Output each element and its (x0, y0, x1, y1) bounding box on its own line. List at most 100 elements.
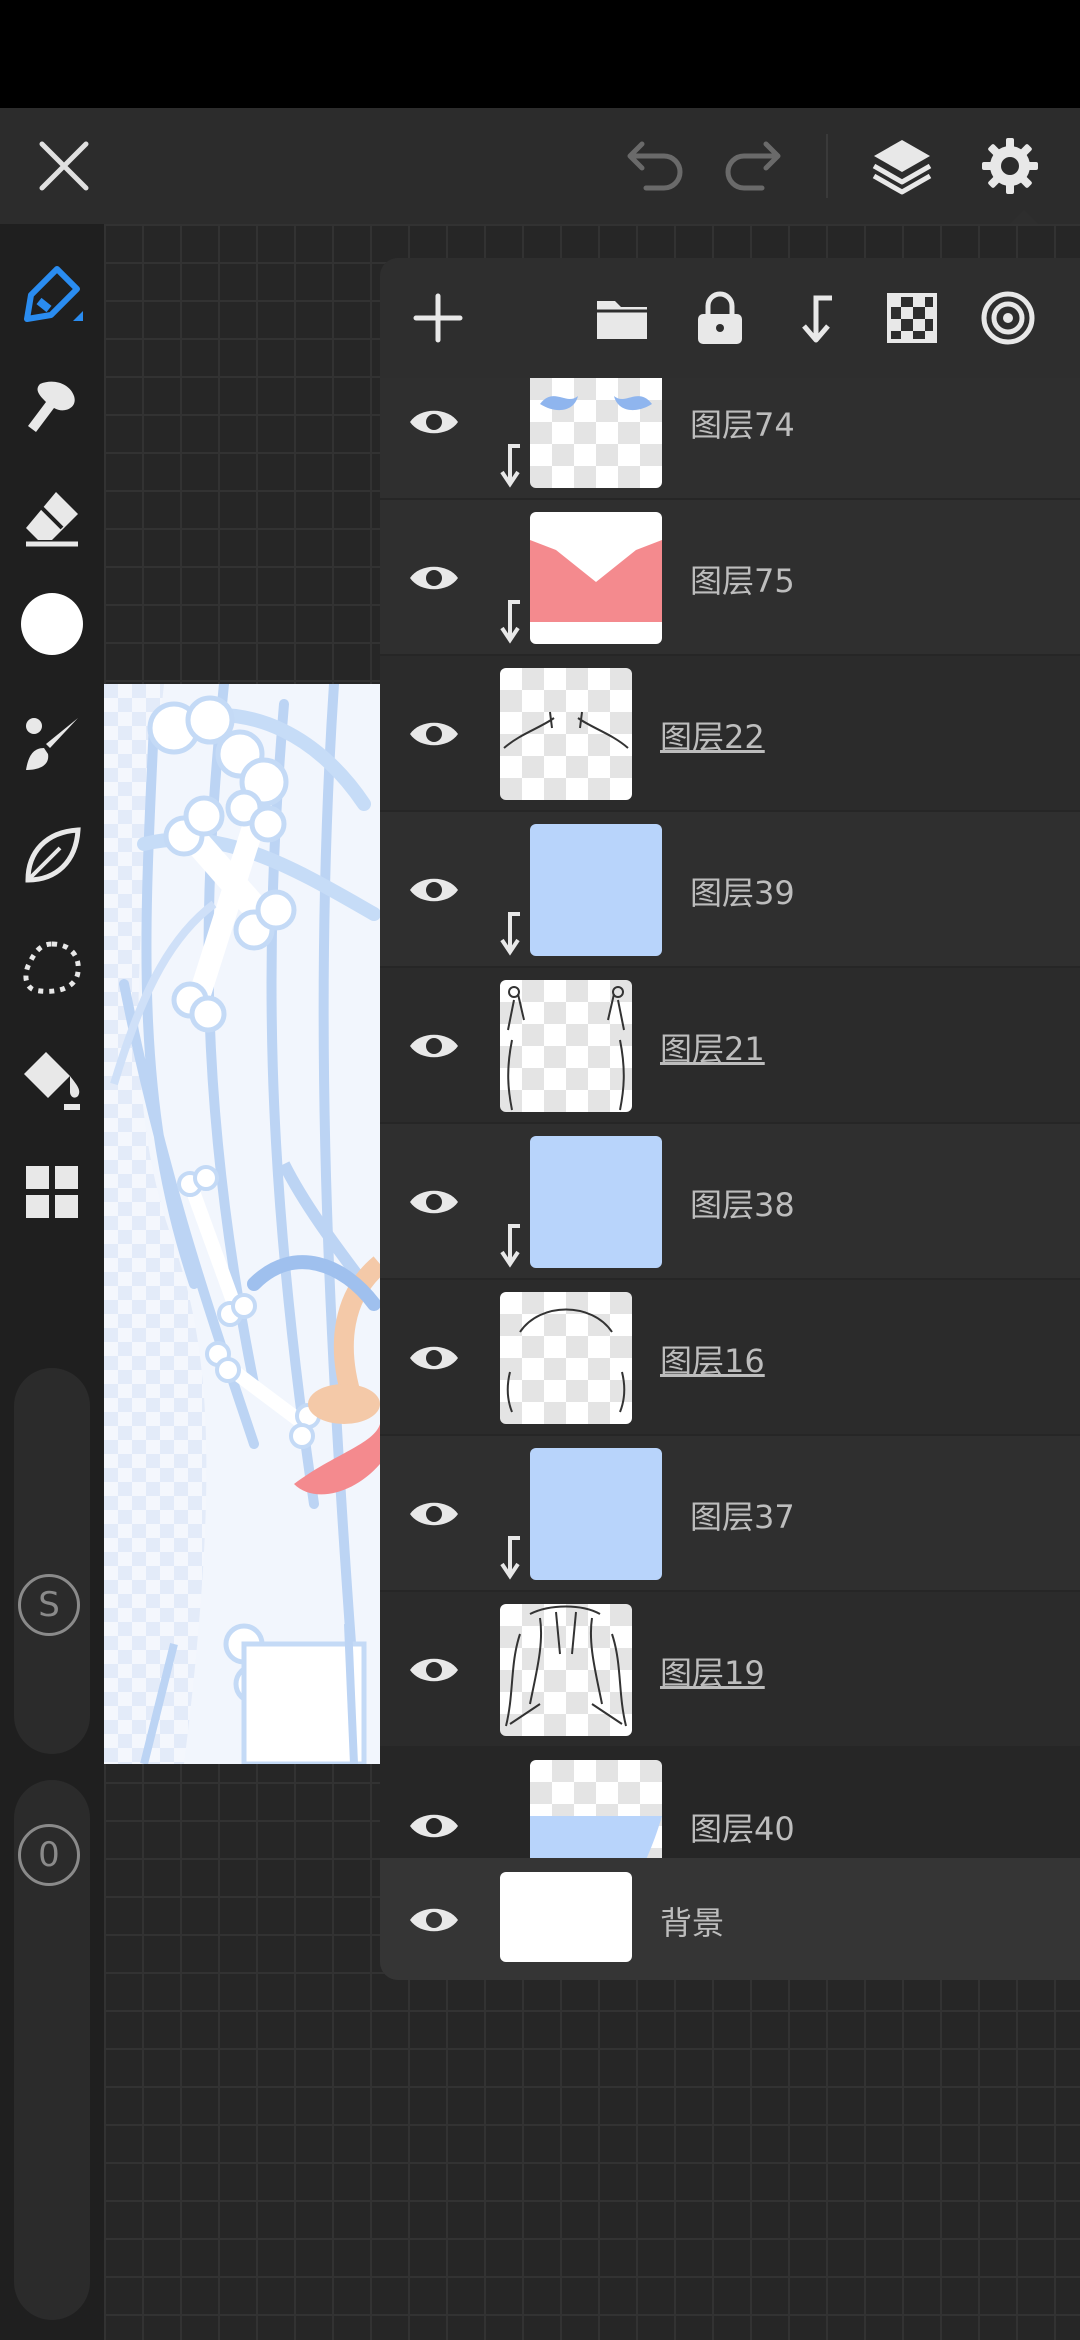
alpha-lock-button[interactable] (872, 278, 952, 358)
background-layer-row[interactable]: 背景 (380, 1858, 1080, 1980)
visibility-toggle[interactable] (398, 854, 470, 926)
close-button[interactable] (14, 108, 114, 224)
visibility-toggle[interactable] (398, 386, 470, 458)
layer-thumbnail (500, 1292, 632, 1424)
tool-grid[interactable] (0, 1142, 104, 1242)
tool-eraser[interactable] (0, 468, 104, 568)
close-icon (39, 141, 89, 191)
lock-icon (698, 291, 742, 344)
brush-icon (26, 718, 78, 770)
layers-icon (872, 140, 932, 195)
layer-name: 图层16 (660, 1342, 765, 1380)
visibility-toggle[interactable] (398, 1322, 470, 1394)
layer-thumbnail (500, 980, 632, 1112)
layer-name: 图层22 (660, 718, 765, 756)
layer-name: 图层37 (690, 1498, 795, 1536)
eye-icon (410, 722, 458, 746)
visibility-toggle[interactable] (398, 1634, 470, 1706)
lock-button[interactable] (680, 278, 760, 358)
tool-fill[interactable] (0, 1030, 104, 1130)
grid-icon (26, 1166, 78, 1218)
plus-icon (413, 293, 463, 343)
tool-brush[interactable] (0, 694, 104, 794)
layer-row[interactable]: 图层19 (380, 1592, 1080, 1748)
visibility-toggle[interactable] (398, 1166, 470, 1238)
left-tool-bar: S 0 (0, 224, 104, 2340)
status-bar (0, 0, 1080, 108)
size-slider-knob[interactable]: S (18, 1574, 80, 1636)
eraser-icon (26, 492, 78, 547)
eye-icon (410, 566, 458, 590)
visibility-toggle[interactable] (398, 1790, 470, 1858)
artwork-illustration (104, 684, 380, 1764)
tool-smudge[interactable] (0, 356, 104, 456)
clip-arrow-icon (802, 295, 832, 343)
layer-row[interactable]: 图层40 (380, 1748, 1080, 1858)
layer-thumbnail (530, 1448, 662, 1580)
redo-button[interactable] (702, 108, 802, 224)
opacity-slider-knob[interactable]: 0 (18, 1824, 80, 1886)
settings-button[interactable] (960, 108, 1060, 224)
layer-thumbnail (530, 512, 662, 644)
layer-name: 图层39 (690, 874, 795, 912)
eye-icon (410, 1190, 458, 1214)
opacity-slider[interactable]: 0 (14, 1780, 90, 2320)
eye-icon (410, 1034, 458, 1058)
toolbar-divider (826, 134, 828, 198)
eye-icon (410, 1658, 458, 1682)
clipping-mask-button[interactable] (776, 278, 856, 358)
visibility-toggle[interactable] (398, 542, 470, 614)
blend-mode-button[interactable] (968, 278, 1048, 358)
lasso-icon (23, 941, 81, 994)
undo-button[interactable] (606, 108, 706, 224)
layer-row[interactable]: 图层37 (380, 1436, 1080, 1592)
layer-list[interactable]: 图层74 图层75 图层22 图层39 图层21 图层38 图层16 图层37 … (380, 378, 1080, 1858)
layer-thumbnail (500, 668, 632, 800)
eye-icon (410, 1908, 458, 1932)
layer-thumbnail (500, 1604, 632, 1736)
redo-icon (725, 141, 781, 191)
layer-row[interactable]: 图层16 (380, 1280, 1080, 1436)
leaf-icon (25, 827, 81, 883)
layer-name: 图层38 (690, 1186, 795, 1224)
layer-row[interactable]: 图层22 (380, 656, 1080, 812)
visibility-toggle[interactable] (398, 698, 470, 770)
visibility-toggle[interactable] (398, 1478, 470, 1550)
smudge-icon (28, 381, 75, 432)
layers-toolbar (380, 258, 1080, 378)
layer-thumbnail (530, 1760, 662, 1858)
panel-pointer (1010, 210, 1038, 224)
layer-row[interactable]: 图层75 (380, 500, 1080, 656)
clip-indicator-icon (500, 912, 520, 956)
clip-indicator-icon (500, 1224, 520, 1268)
add-layer-button[interactable] (398, 278, 478, 358)
layer-thumbnail (530, 824, 662, 956)
tool-leaf[interactable] (0, 806, 104, 906)
clip-indicator-icon (500, 1536, 520, 1580)
gear-icon (982, 138, 1038, 194)
clip-indicator-icon (500, 600, 520, 644)
tool-lasso[interactable] (0, 918, 104, 1018)
visibility-toggle[interactable] (398, 1884, 470, 1956)
layer-thumbnail (530, 378, 662, 488)
pen-icon (24, 266, 83, 322)
visibility-toggle[interactable] (398, 1010, 470, 1082)
eye-icon (410, 1502, 458, 1526)
tool-color[interactable] (0, 574, 104, 674)
eye-icon (410, 410, 458, 434)
checkerboard-icon (887, 293, 937, 343)
layer-row[interactable]: 图层74 (380, 378, 1080, 500)
folder-button[interactable] (582, 278, 662, 358)
layer-row[interactable]: 图层38 (380, 1124, 1080, 1280)
color-swatch (21, 593, 83, 655)
size-slider[interactable]: S (14, 1368, 90, 1754)
tool-pen[interactable] (0, 244, 104, 344)
layer-thumbnail (530, 1136, 662, 1268)
layer-row[interactable]: 图层39 (380, 812, 1080, 968)
layer-name: 图层40 (690, 1810, 795, 1848)
eye-icon (410, 1814, 458, 1838)
artwork-preview[interactable] (104, 684, 380, 1764)
layer-row[interactable]: 图层21 (380, 968, 1080, 1124)
layers-button[interactable] (852, 108, 952, 224)
clip-indicator-icon (500, 444, 520, 488)
